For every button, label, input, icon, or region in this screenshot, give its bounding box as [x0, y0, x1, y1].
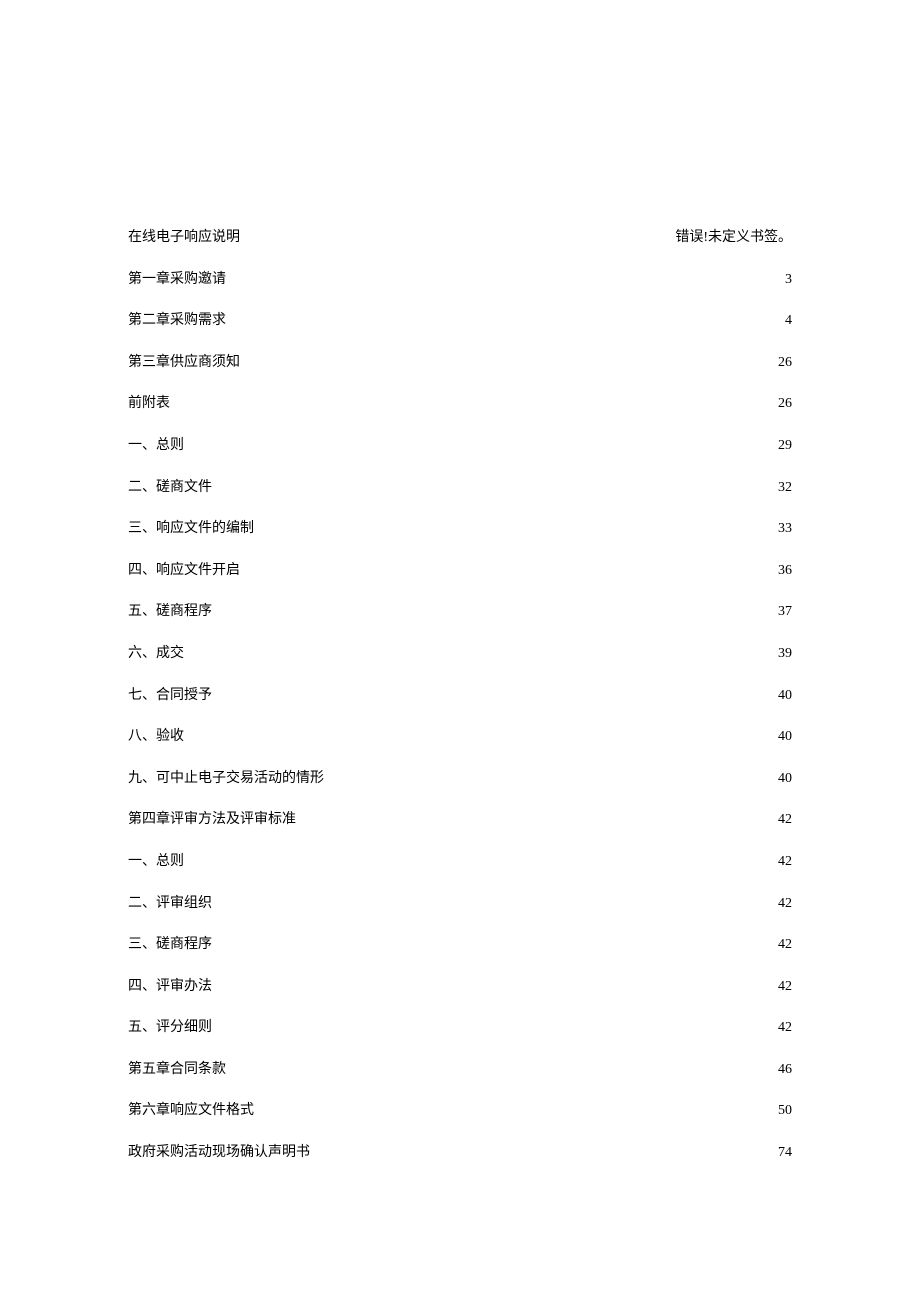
toc-page: 39	[778, 644, 792, 664]
toc-page: 46	[778, 1060, 792, 1080]
toc-page: 26	[778, 353, 792, 373]
toc-title: 前附表	[128, 394, 170, 414]
toc-page: 37	[778, 602, 792, 622]
toc-page: 42	[778, 977, 792, 997]
toc-page: 32	[778, 478, 792, 498]
toc-entry: 二、磋商文件 32	[128, 478, 792, 498]
toc-title: 一、总则	[128, 436, 184, 456]
toc-entry: 第四章评审方法及评审标准 42	[128, 810, 792, 830]
toc-title: 第六章响应文件格式	[128, 1101, 254, 1121]
toc-page: 42	[778, 935, 792, 955]
toc-page: 74	[778, 1143, 792, 1163]
toc-entry: 一、总则 42	[128, 852, 792, 872]
toc-title: 二、评审组织	[128, 894, 212, 914]
toc-page: 错误!未定义书签。	[675, 228, 792, 248]
table-of-contents: 在线电子响应说明 错误!未定义书签。 第一章采购邀请 3 第二章采购需求 4 第…	[128, 228, 792, 1163]
toc-page: 40	[778, 727, 792, 747]
toc-page: 40	[778, 686, 792, 706]
toc-title: 第三章供应商须知	[128, 353, 240, 373]
toc-page: 4	[785, 311, 792, 331]
toc-entry: 六、成交 39	[128, 644, 792, 664]
toc-title: 六、成交	[128, 644, 184, 664]
toc-page: 29	[778, 436, 792, 456]
toc-page: 36	[778, 561, 792, 581]
toc-title: 二、磋商文件	[128, 478, 212, 498]
toc-page: 42	[778, 894, 792, 914]
toc-entry: 一、总则 29	[128, 436, 792, 456]
toc-entry: 第六章响应文件格式 50	[128, 1101, 792, 1121]
toc-title: 在线电子响应说明	[128, 228, 240, 248]
toc-page: 26	[778, 394, 792, 414]
toc-title: 五、评分细则	[128, 1018, 212, 1038]
toc-entry: 第三章供应商须知 26	[128, 353, 792, 373]
toc-title: 第一章采购邀请	[128, 270, 226, 290]
toc-page: 40	[778, 769, 792, 789]
toc-page: 50	[778, 1101, 792, 1121]
toc-title: 四、响应文件开启	[128, 561, 240, 581]
toc-entry: 四、评审办法 42	[128, 977, 792, 997]
toc-entry: 三、磋商程序 42	[128, 935, 792, 955]
toc-page: 42	[778, 810, 792, 830]
toc-entry: 四、响应文件开启 36	[128, 561, 792, 581]
toc-entry: 在线电子响应说明 错误!未定义书签。	[128, 228, 792, 248]
toc-entry: 七、合同授予 40	[128, 686, 792, 706]
toc-entry: 二、评审组织 42	[128, 894, 792, 914]
toc-entry: 第二章采购需求 4	[128, 311, 792, 331]
toc-title: 第四章评审方法及评审标准	[128, 810, 296, 830]
toc-entry: 三、响应文件的编制 33	[128, 519, 792, 539]
toc-entry: 第一章采购邀请 3	[128, 270, 792, 290]
toc-title: 八、验收	[128, 727, 184, 747]
toc-page: 42	[778, 1018, 792, 1038]
toc-title: 三、响应文件的编制	[128, 519, 254, 539]
toc-entry: 政府采购活动现场确认声明书 74	[128, 1143, 792, 1163]
toc-page: 42	[778, 852, 792, 872]
toc-entry: 第五章合同条款 46	[128, 1060, 792, 1080]
toc-title: 九、可中止电子交易活动的情形	[128, 769, 324, 789]
toc-page: 3	[785, 270, 792, 290]
toc-title: 三、磋商程序	[128, 935, 212, 955]
toc-entry: 五、磋商程序 37	[128, 602, 792, 622]
toc-title: 七、合同授予	[128, 686, 212, 706]
toc-title: 四、评审办法	[128, 977, 212, 997]
toc-page: 33	[778, 519, 792, 539]
toc-entry: 前附表 26	[128, 394, 792, 414]
toc-title: 一、总则	[128, 852, 184, 872]
toc-title: 第五章合同条款	[128, 1060, 226, 1080]
toc-entry: 五、评分细则 42	[128, 1018, 792, 1038]
toc-title: 第二章采购需求	[128, 311, 226, 331]
toc-entry: 九、可中止电子交易活动的情形 40	[128, 769, 792, 789]
toc-entry: 八、验收 40	[128, 727, 792, 747]
toc-title: 五、磋商程序	[128, 602, 212, 622]
toc-title: 政府采购活动现场确认声明书	[128, 1143, 310, 1163]
